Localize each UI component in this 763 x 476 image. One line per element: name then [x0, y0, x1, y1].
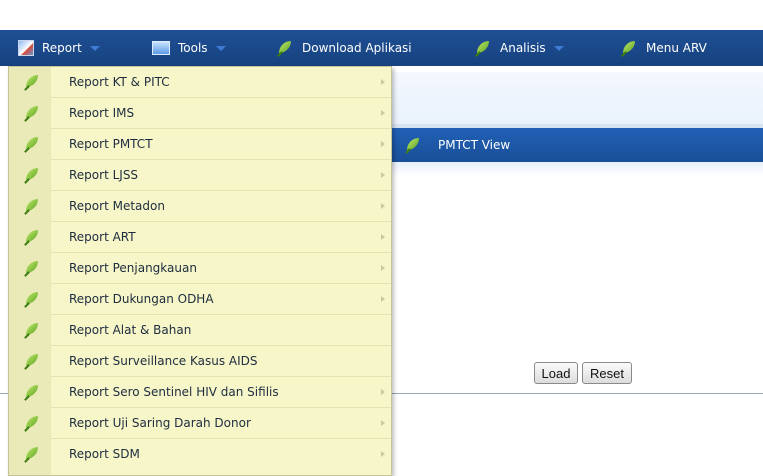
report-menu-item-sdm[interactable]: Report SDM — [9, 439, 391, 469]
report-menu-item-pmtct[interactable]: Report PMTCT — [9, 129, 391, 159]
report-menu-item-metadon[interactable]: Report Metadon — [9, 191, 391, 221]
report-menu-item-ljss[interactable]: Report LJSS — [9, 160, 391, 190]
chevron-down-icon — [89, 45, 100, 51]
report-dropdown-menu: Report KT & PITC Report IMS Report PMTCT… — [8, 66, 392, 476]
menu-tools-label: Tools — [178, 41, 208, 55]
leaf-icon — [23, 445, 41, 463]
leaf-icon — [23, 166, 41, 184]
report-menu-item-label: Report LJSS — [69, 168, 139, 182]
submenu-arrow-icon — [381, 234, 385, 240]
view-header-shadow — [392, 162, 763, 176]
report-menu-item-label: Report Surveillance Kasus AIDS — [69, 354, 258, 368]
leaf-icon — [404, 136, 422, 154]
leaf-icon — [474, 39, 492, 57]
report-menu-item-penjangkauan[interactable]: Report Penjangkauan — [9, 253, 391, 283]
report-menu-item-label: Report KT & PITC — [69, 75, 170, 89]
report-menu-item-label: Report Dukungan ODHA — [69, 292, 214, 306]
report-menu-item-label: Report Sero Sentinel HIV dan Sifilis — [69, 385, 279, 399]
report-menu-item-surveillance-aids[interactable]: Report Surveillance Kasus AIDS — [9, 346, 391, 376]
leaf-icon — [23, 290, 41, 308]
report-menu-item-alat-bahan[interactable]: Report Alat & Bahan — [9, 315, 391, 345]
leaf-icon — [23, 135, 41, 153]
submenu-arrow-icon — [381, 296, 385, 302]
report-menu-item-kt-pitc[interactable]: Report KT & PITC — [9, 67, 391, 97]
reset-button[interactable]: Reset — [582, 362, 632, 384]
report-menu-item-sero-sentinel[interactable]: Report Sero Sentinel HIV dan Sifilis — [9, 377, 391, 407]
report-menu-item-label: Report Uji Saring Darah Donor — [69, 416, 251, 430]
leaf-icon — [23, 73, 41, 91]
menu-analisis-label: Analisis — [500, 41, 546, 55]
report-menu-item-label: Report IMS — [69, 106, 135, 120]
submenu-arrow-icon — [381, 141, 385, 147]
leaf-icon — [23, 383, 41, 401]
report-menu-item-label: Report SDM — [69, 447, 140, 461]
submenu-arrow-icon — [381, 110, 385, 116]
menubar-bar: Report Tools Download Aplikasi Analisis … — [0, 30, 763, 66]
leaf-icon — [23, 228, 41, 246]
submenu-arrow-icon — [381, 420, 385, 426]
report-menu-item-label: Report Alat & Bahan — [69, 323, 192, 337]
report-menu-item-label: Report PMTCT — [69, 137, 153, 151]
report-menu-item-uji-saring-darah[interactable]: Report Uji Saring Darah Donor — [9, 408, 391, 438]
leaf-icon — [23, 321, 41, 339]
load-button[interactable]: Load — [534, 362, 578, 384]
menu-tools[interactable]: Tools — [152, 30, 226, 66]
submenu-arrow-icon — [381, 172, 385, 178]
menu-download-label: Download Aplikasi — [302, 41, 412, 55]
menu-arv[interactable]: Menu ARV — [620, 30, 707, 66]
submenu-arrow-icon — [381, 203, 385, 209]
chevron-down-icon — [215, 45, 226, 51]
chevron-down-icon — [553, 45, 564, 51]
menu-report-label: Report — [42, 41, 82, 55]
menu-arv-label: Menu ARV — [646, 41, 707, 55]
report-menu-item-art[interactable]: Report ART — [9, 222, 391, 252]
leaf-icon — [23, 352, 41, 370]
menu-report[interactable]: Report — [18, 30, 100, 66]
report-menu-item-ims[interactable]: Report IMS — [9, 98, 391, 128]
view-title: PMTCT View — [438, 138, 511, 152]
submenu-arrow-icon — [381, 79, 385, 85]
leaf-icon — [23, 259, 41, 277]
leaf-icon — [620, 39, 638, 57]
menu-download-aplikasi[interactable]: Download Aplikasi — [276, 30, 412, 66]
leaf-icon — [23, 197, 41, 215]
top-menubar: Report Tools Download Aplikasi Analisis … — [0, 0, 763, 66]
submenu-arrow-icon — [381, 389, 385, 395]
leaf-icon — [23, 104, 41, 122]
tools-icon — [152, 41, 170, 55]
submenu-arrow-icon — [381, 265, 385, 271]
leaf-icon — [276, 39, 294, 57]
report-menu-item-label: Report Penjangkauan — [69, 261, 197, 275]
menu-analisis[interactable]: Analisis — [474, 30, 564, 66]
submenu-arrow-icon — [381, 451, 385, 457]
report-menu-item-label: Report ART — [69, 230, 136, 244]
leaf-icon — [23, 414, 41, 432]
report-icon — [18, 40, 34, 56]
view-header[interactable]: PMTCT View — [392, 128, 763, 162]
report-menu-item-label: Report Metadon — [69, 199, 165, 213]
report-menu-item-dukungan-odha[interactable]: Report Dukungan ODHA — [9, 284, 391, 314]
content-toolbar-strip — [392, 72, 763, 124]
